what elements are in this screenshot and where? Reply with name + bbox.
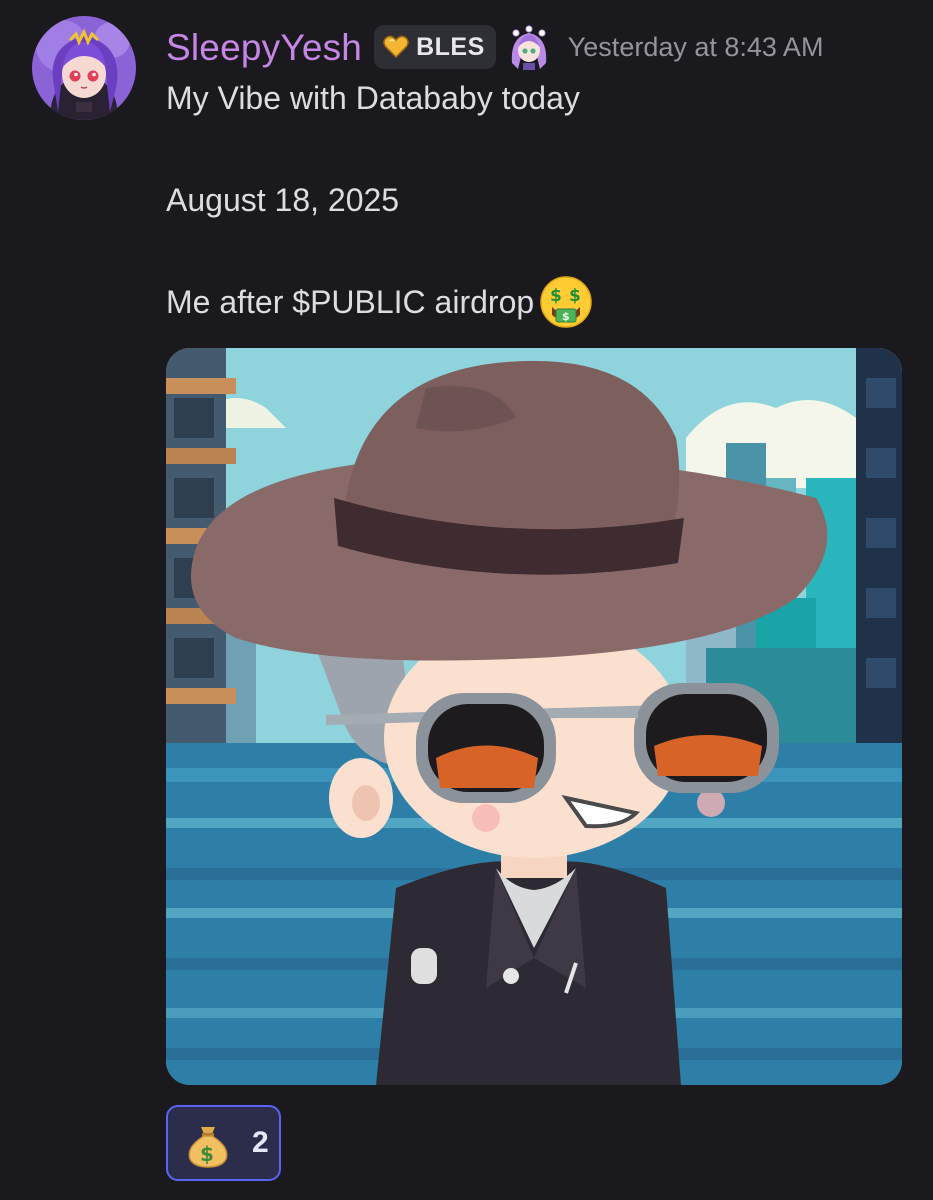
svg-text:$: $: [200, 1142, 214, 1166]
message-content: My Vibe with Datababy today August 18, 2…: [166, 74, 593, 329]
anime-girl-avatar-image: [32, 16, 136, 120]
svg-text:$: $: [562, 310, 570, 323]
user-avatar[interactable]: [32, 16, 136, 120]
svg-text:$: $: [569, 286, 581, 306]
guild-tag-text: BLES: [416, 32, 485, 61]
guild-tag-badge[interactable]: BLES: [374, 25, 496, 69]
message-line: August 18, 2025: [166, 182, 400, 218]
message-line: My Vibe with Datababy today: [166, 80, 580, 116]
chat-message: SleepyYesh BLES Yesterday at 8:43 AM My …: [0, 0, 933, 1200]
message-line-with-emoji: Me after $PUBLIC airdrop $ $ $: [166, 275, 593, 329]
money-bag-emoji: $: [188, 1127, 228, 1168]
message-header: SleepyYesh BLES Yesterday at 8:43 AM: [166, 22, 823, 72]
money-mouth-face-emoji[interactable]: $ $ $: [539, 275, 593, 329]
reaction-count: 2: [252, 1126, 269, 1159]
heart-icon: [383, 35, 409, 59]
message-line-text: Me after $PUBLIC airdrop: [166, 284, 535, 320]
message-timestamp[interactable]: Yesterday at 8:43 AM: [568, 32, 824, 63]
username[interactable]: SleepyYesh: [166, 29, 362, 66]
chibi-girl-icon[interactable]: [506, 23, 552, 71]
pixel-art-avatar-image: [166, 348, 902, 1085]
reaction-button[interactable]: $ 2: [166, 1105, 281, 1181]
svg-text:$: $: [550, 286, 562, 306]
image-attachment[interactable]: [166, 348, 902, 1085]
